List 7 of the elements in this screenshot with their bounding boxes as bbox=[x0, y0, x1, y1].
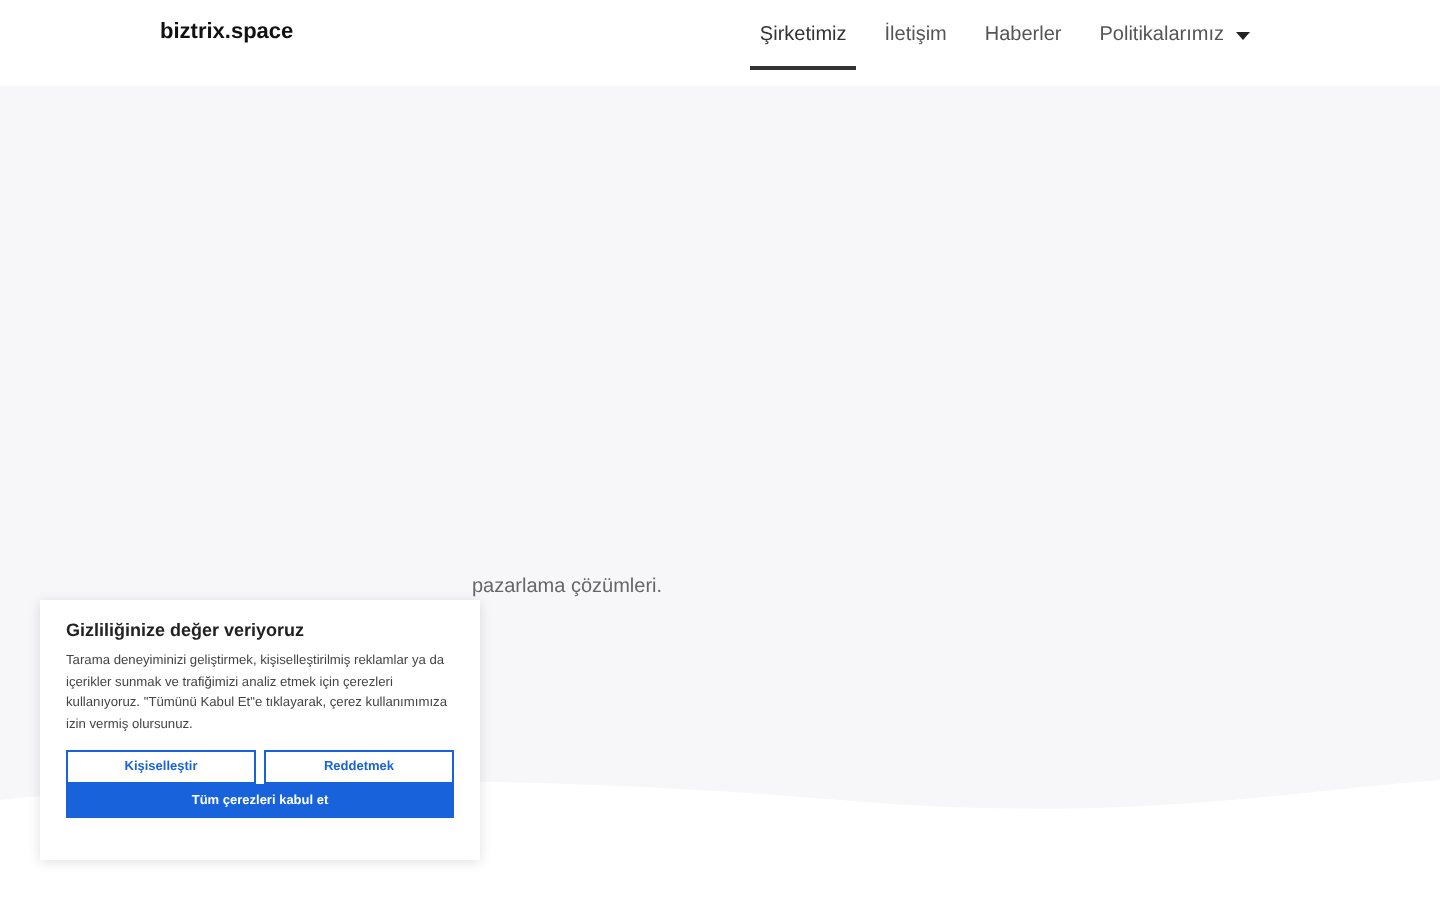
site-logo[interactable]: biztrix.space bbox=[160, 20, 294, 46]
nav-link[interactable]: Politikalarımız bbox=[1089, 0, 1260, 70]
tagline: pazarlama çözümleri. bbox=[472, 576, 663, 598]
nav-link[interactable]: İletişim bbox=[874, 0, 957, 70]
nav-link[interactable]: Haberler bbox=[974, 0, 1072, 70]
nav-link[interactable]: Şirketimiz bbox=[749, 0, 857, 70]
banner-title: Gizliliğinize değer veriyoruz bbox=[66, 620, 307, 640]
